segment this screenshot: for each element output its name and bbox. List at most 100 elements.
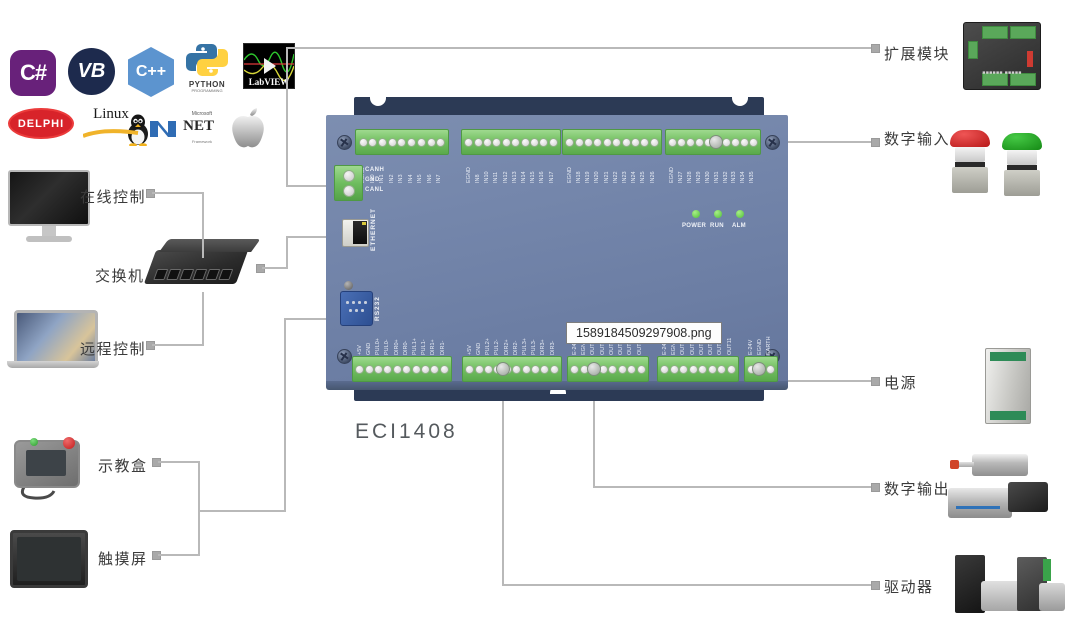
board-bottom-edge — [326, 381, 788, 390]
ethernet-port[interactable] — [342, 219, 369, 247]
pin-label: IN4 — [407, 174, 414, 183]
terminal-block-axis0-1[interactable] — [352, 356, 452, 382]
terminal-hole — [608, 364, 618, 374]
pin-label: IN27 — [678, 171, 685, 183]
terminal-hole — [574, 137, 584, 147]
terminal-hole — [407, 137, 417, 147]
line-endpoint-dot — [871, 581, 880, 590]
rs232-label: RS232 — [374, 296, 381, 321]
terminal-hole — [387, 137, 397, 147]
connector-line — [593, 486, 874, 488]
terminal-block-axis2-3[interactable] — [462, 356, 562, 382]
pin-label: PUL3+ — [522, 338, 529, 355]
can-terminal-hole — [343, 185, 355, 197]
push-button-collar — [1007, 150, 1037, 165]
push-button-base — [952, 167, 988, 193]
pin-label: DIR3+ — [540, 339, 547, 355]
connector-line — [198, 510, 286, 512]
valve-body — [948, 488, 1012, 518]
led-power — [692, 210, 700, 218]
terminal-hole — [520, 137, 530, 147]
terminal-hole — [726, 364, 736, 374]
connector-line — [158, 554, 200, 556]
terminal-block-in8-in17[interactable] — [461, 129, 561, 155]
terminal-block-in0-in7[interactable] — [355, 129, 449, 155]
terminal-hole — [436, 137, 446, 147]
terminal-hole — [677, 137, 686, 147]
terminal-hole — [512, 364, 522, 374]
connector-line — [502, 584, 874, 586]
can-terminal-block[interactable] — [334, 165, 363, 201]
terminal-block-out0-out5[interactable] — [567, 356, 649, 382]
laptop-base — [7, 361, 99, 368]
pin-label: GND — [475, 342, 482, 355]
logo-dotnet: Microsoft NET Framework — [148, 110, 214, 144]
pin-label: IN11 — [493, 171, 500, 183]
terminal-hole — [698, 364, 708, 374]
terminal-hole — [402, 364, 412, 374]
logo-cplusplus: C++ — [128, 47, 174, 97]
terminal-hole — [368, 137, 378, 147]
pin-label: IN33 — [731, 171, 738, 183]
rs232-port[interactable] — [340, 291, 373, 326]
terminal-block-out6-out11[interactable] — [657, 356, 739, 382]
led-power-label: POWER — [682, 223, 707, 229]
teach-pendant-device — [14, 437, 80, 506]
led-run-label: RUN — [710, 223, 724, 229]
pin-label: IN8 — [474, 174, 481, 183]
linux-swoosh — [83, 129, 139, 138]
switch-body — [143, 239, 261, 284]
logo-cpp-text: C++ — [135, 63, 167, 80]
label-digital-input: 数字输入 — [884, 130, 951, 148]
pin-label: +5V — [356, 345, 363, 355]
terminal-block-in18-in26[interactable] — [562, 129, 662, 155]
pin-label: IN35 — [749, 171, 756, 183]
pin-label: EARTH — [766, 336, 773, 355]
terminal-hole — [521, 364, 531, 374]
pin-label: DIR1- — [439, 340, 446, 355]
can-terminal-hole — [343, 170, 355, 182]
terminal-hole — [636, 364, 646, 374]
terminal-screw-hole — [752, 362, 766, 376]
pin-label: IN28 — [687, 171, 694, 183]
terminal-hole — [358, 137, 368, 147]
pin-labels-axis0-1: +5V GND PUL0+ PUL0- DIR0+ DIR0- PUL1+ PUL1- DIR1… — [352, 329, 452, 355]
logo-python: PYTHON PROGRAMMING — [180, 40, 234, 94]
psu-terminal-bottom — [990, 411, 1026, 420]
connector-line — [286, 47, 874, 49]
terminal-hole — [374, 364, 384, 374]
connector-line — [152, 192, 204, 194]
terminal-hole — [473, 137, 483, 147]
connector-line — [502, 375, 504, 585]
terminal-hole — [420, 364, 430, 374]
connector-line — [152, 344, 204, 346]
label-online-control: 在线控制 — [80, 188, 147, 206]
terminal-hole — [549, 364, 559, 374]
terminal-hole — [511, 137, 521, 147]
led-run — [714, 210, 722, 218]
terminal-hole — [483, 137, 493, 147]
logo-csharp-text: C# — [19, 60, 47, 85]
pin-label: IN25 — [640, 171, 647, 183]
touchpanel-screen — [17, 537, 81, 581]
pin-label: DIR3- — [549, 340, 556, 355]
pin-label: IN22 — [612, 171, 619, 183]
apple-icon — [232, 108, 264, 148]
switch-top-face — [159, 239, 261, 252]
expmod-side-connector — [968, 41, 978, 59]
monitor-base — [26, 236, 72, 242]
terminal-hole — [570, 364, 580, 374]
monitor-screen — [8, 170, 90, 226]
pin-labels-in8-in17: EGND IN8 IN10 IN11 IN12 IN13 IN14 IN15 IN16 IN17 — [461, 157, 561, 183]
terminal-hole — [501, 137, 511, 147]
board-screw — [337, 135, 352, 150]
cylinder-body — [950, 452, 1046, 478]
expmod-brand-text: ■■■■■■ ■■■■■ — [982, 70, 1022, 76]
terminal-hole — [378, 137, 388, 147]
pin-label: IN13 — [511, 171, 518, 183]
pin-label: EGND — [757, 339, 764, 355]
expansion-module-body: ■■■■■■ ■■■■■ — [963, 22, 1041, 90]
pin-label: IN26 — [649, 171, 656, 183]
terminal-hole — [584, 137, 594, 147]
pin-label: IN14 — [521, 171, 528, 183]
